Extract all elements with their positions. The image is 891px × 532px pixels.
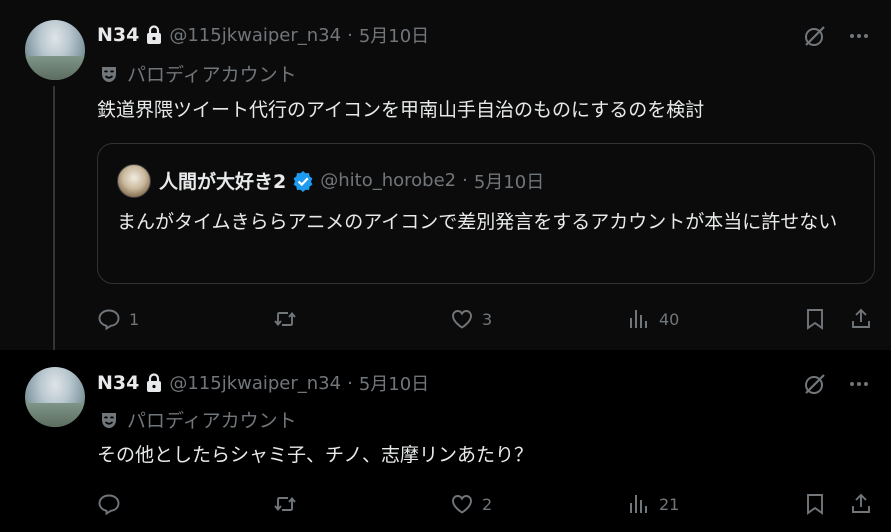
bookmark-icon bbox=[807, 309, 823, 330]
lock-icon bbox=[145, 373, 163, 393]
repost-icon bbox=[274, 497, 296, 511]
quoted-tweet[interactable]: 人間が大好き2 @hito_horobe2 · 5月10日 まんがタイムきららア… bbox=[97, 143, 875, 284]
bookmark-icon bbox=[807, 494, 823, 515]
share-button[interactable] bbox=[849, 302, 873, 336]
reply-icon bbox=[98, 309, 120, 331]
bookmark-button[interactable] bbox=[803, 302, 827, 336]
parody-text: パロディアカウント bbox=[127, 64, 297, 86]
avatar[interactable] bbox=[25, 367, 85, 427]
tweet-top-actions bbox=[801, 370, 873, 398]
reply-button[interactable]: 1 bbox=[97, 302, 139, 336]
quoted-handle: @hito_horobe2 bbox=[320, 170, 457, 191]
reply-count: 1 bbox=[129, 309, 140, 329]
quoted-timestamp: 5月10日 bbox=[473, 171, 545, 193]
quoted-text: まんがタイムきららアニメのアイコンで差別発言をするアカウントが本当に許せない bbox=[117, 211, 838, 233]
views-count: 21 bbox=[659, 494, 680, 514]
action-bar: 2 21 bbox=[97, 487, 881, 521]
timestamp[interactable]: 5月10日 bbox=[359, 370, 429, 396]
separator: · bbox=[462, 170, 468, 191]
parody-label: パロディアカウント bbox=[99, 60, 297, 87]
views-icon bbox=[630, 495, 647, 513]
handle[interactable]: @115jkwaiper_n34 bbox=[169, 373, 341, 394]
grok-icon[interactable] bbox=[801, 370, 829, 398]
tweet-header: N34 @115jkwaiper_n34 · 5月10日 bbox=[97, 370, 429, 396]
share-icon bbox=[852, 308, 870, 328]
grok-icon[interactable] bbox=[801, 22, 829, 50]
tweet-top-actions bbox=[801, 22, 873, 50]
action-bar: 1 3 40 bbox=[97, 302, 881, 336]
separator: · bbox=[347, 24, 353, 46]
repost-icon bbox=[274, 312, 296, 326]
share-button[interactable] bbox=[849, 487, 873, 521]
tweet-header: N34 @115jkwaiper_n34 · 5月10日 bbox=[97, 22, 429, 48]
display-name[interactable]: N34 bbox=[97, 372, 139, 394]
views-count: 40 bbox=[659, 309, 680, 329]
verified-icon bbox=[292, 170, 314, 192]
share-icon bbox=[852, 493, 870, 513]
tweet-text: その他としたらシャミ子、チノ、志摩リンあたり？ bbox=[97, 444, 534, 466]
parody-text: パロディアカウント bbox=[127, 410, 297, 432]
more-icon[interactable] bbox=[845, 22, 873, 50]
timestamp[interactable]: 5月10日 bbox=[359, 22, 429, 48]
parody-label: パロディアカウント bbox=[99, 406, 297, 433]
display-name[interactable]: N34 bbox=[97, 24, 139, 46]
avatar[interactable] bbox=[25, 20, 85, 80]
lock-icon bbox=[145, 25, 163, 45]
views-button[interactable]: 40 bbox=[627, 302, 679, 336]
like-count: 3 bbox=[482, 309, 493, 329]
reply-icon bbox=[98, 494, 120, 516]
repost-button[interactable] bbox=[273, 302, 305, 336]
like-icon bbox=[452, 495, 472, 514]
like-icon bbox=[452, 310, 472, 329]
like-button[interactable]: 2 bbox=[450, 487, 492, 521]
like-count: 2 bbox=[482, 494, 493, 514]
quoted-avatar[interactable] bbox=[117, 164, 151, 198]
quoted-header: 人間が大好き2 @hito_horobe2 · 5月10日 bbox=[159, 167, 544, 194]
bookmark-button[interactable] bbox=[803, 487, 827, 521]
handle[interactable]: @115jkwaiper_n34 bbox=[169, 25, 341, 46]
tweet[interactable]: N34 @115jkwaiper_n34 · 5月10日 パロディアカウント 鉄… bbox=[0, 0, 891, 358]
thread-line bbox=[53, 86, 55, 358]
views-button[interactable]: 21 bbox=[627, 487, 679, 521]
repost-button[interactable] bbox=[273, 487, 305, 521]
reply-button[interactable] bbox=[97, 487, 129, 521]
more-icon[interactable] bbox=[845, 370, 873, 398]
quoted-display-name: 人間が大好き2 bbox=[159, 171, 287, 193]
tweet[interactable]: N34 @115jkwaiper_n34 · 5月10日 パロディアカウント そ… bbox=[0, 350, 891, 532]
parody-mask-icon bbox=[99, 64, 119, 84]
like-button[interactable]: 3 bbox=[450, 302, 492, 336]
separator: · bbox=[347, 372, 353, 394]
views-icon bbox=[630, 310, 647, 328]
tweet-text: 鉄道界隈ツイート代行のアイコンを甲南山手自治のものにするのを検討 bbox=[97, 99, 705, 121]
parody-mask-icon bbox=[99, 410, 119, 430]
